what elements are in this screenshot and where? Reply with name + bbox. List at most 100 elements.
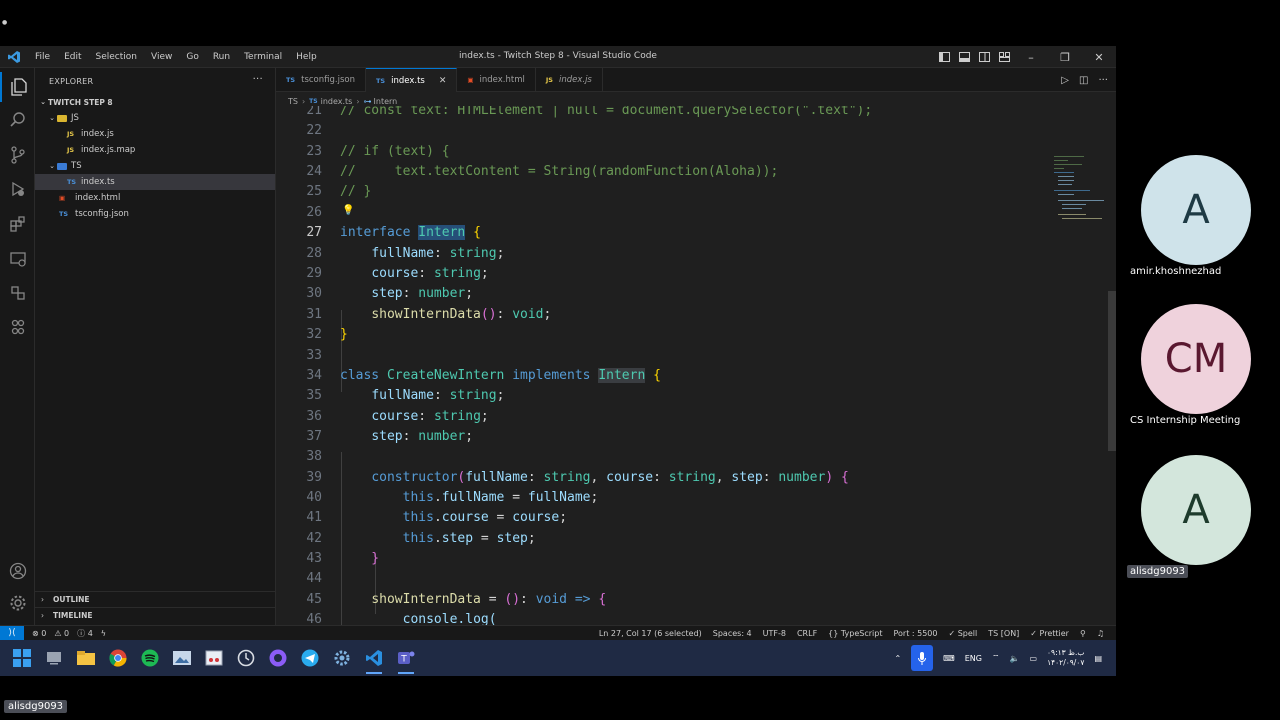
scrollbar-thumb[interactable] <box>1108 291 1116 451</box>
accounts-icon[interactable] <box>0 556 35 586</box>
teams-icon[interactable]: T <box>390 640 422 676</box>
live-server-port[interactable]: Port : 5500 <box>893 629 937 638</box>
close-button[interactable]: ✕ <box>1082 46 1116 68</box>
testing-icon[interactable] <box>0 278 35 308</box>
problems-errors[interactable]: ⊗ 0 <box>32 629 46 638</box>
tray-chevron-up-icon[interactable]: ⌃ <box>894 654 901 663</box>
toggle-secondary-sidebar-icon[interactable] <box>974 46 994 68</box>
gitlens-icon[interactable] <box>0 312 35 342</box>
toggle-primary-sidebar-icon[interactable] <box>934 46 954 68</box>
run-play-icon[interactable]: ▷ <box>1061 75 1069 86</box>
microphone-icon[interactable] <box>911 645 934 671</box>
vscode-taskbar-icon[interactable] <box>358 640 390 676</box>
html-file-icon: ▣ <box>59 194 66 202</box>
chevron-right-icon: › <box>41 595 44 604</box>
split-editor-icon[interactable]: ◫ <box>1079 75 1088 86</box>
timeline-section[interactable]: › TIMELINE <box>35 607 275 623</box>
wifi-icon[interactable]: ⌔ <box>992 653 1000 663</box>
menu-run[interactable]: Run <box>206 52 237 62</box>
tree-root-label: TWITCH STEP 8 <box>48 97 113 107</box>
keyboard-icon[interactable]: ⌨ <box>943 654 955 663</box>
end-of-line[interactable]: CRLF <box>797 629 817 638</box>
toggle-panel-icon[interactable] <box>954 46 974 68</box>
clock-app-icon[interactable] <box>230 640 262 676</box>
cursor-position[interactable]: Ln 27, Col 17 (6 selected) <box>599 629 702 638</box>
tree-file-tsconfig[interactable]: TS tsconfig.json <box>35 206 275 222</box>
tree-item-label: index.js.map <box>81 145 136 155</box>
breadcrumb-folder[interactable]: TS <box>288 97 298 106</box>
minimize-button[interactable]: – <box>1014 46 1048 68</box>
tab-index-html[interactable]: ▣ index.html <box>457 68 536 92</box>
clock-date: ۱۴۰۲/۰۹/۰۷ <box>1047 658 1085 667</box>
tab-index-ts[interactable]: TS index.ts ✕ <box>365 68 458 92</box>
settings-gear-icon[interactable] <box>326 640 358 676</box>
editor-scrollbar[interactable] <box>1106 106 1116 625</box>
feedback-icon[interactable]: ⚲ <box>1080 629 1086 638</box>
tree-root-folder[interactable]: ⌄ TWITCH STEP 8 <box>35 94 275 110</box>
participant-avatar-2[interactable]: CM <box>1141 304 1251 414</box>
menu-file[interactable]: File <box>28 52 57 62</box>
lightbulb-icon[interactable]: 💡 <box>342 205 354 216</box>
telegram-icon[interactable] <box>294 640 326 676</box>
tree-file-index-js-map[interactable]: JS index.js.map <box>35 142 275 158</box>
menu-go[interactable]: Go <box>179 52 205 62</box>
encoding[interactable]: UTF-8 <box>763 629 786 638</box>
remote-explorer-icon[interactable] <box>0 244 35 274</box>
tree-folder-js[interactable]: ⌄ JS <box>35 110 275 126</box>
ts-status[interactable]: TS [ON] <box>988 629 1019 638</box>
tree-folder-ts[interactable]: ⌄ TS <box>35 158 275 174</box>
language-mode[interactable]: {} TypeScript <box>828 629 882 638</box>
notification-center-icon[interactable]: ▤ <box>1094 654 1102 663</box>
menu-view[interactable]: View <box>144 52 179 62</box>
code-editor[interactable]: 21 // const text: HTMLElement | null = do… <box>276 106 1116 625</box>
problems-info[interactable]: ⓘ 4 <box>77 628 93 639</box>
tree-file-index-html[interactable]: ▣ index.html <box>35 190 275 206</box>
notifications-bell-icon[interactable]: ♫ <box>1097 629 1104 638</box>
windows-start-icon[interactable] <box>6 640 38 676</box>
customize-layout-icon[interactable] <box>994 46 1014 68</box>
search-icon[interactable] <box>0 105 35 135</box>
menu-help[interactable]: Help <box>289 52 324 62</box>
maximize-button[interactable]: ❐ <box>1048 46 1082 68</box>
tree-file-index-js[interactable]: JS index.js <box>35 126 275 142</box>
more-actions-icon[interactable]: ··· <box>1098 75 1108 86</box>
extensions-icon[interactable] <box>0 209 35 239</box>
remote-indicator-icon[interactable]: ⟩⟨ <box>0 625 24 640</box>
explorer-icon[interactable] <box>0 72 35 102</box>
file-explorer-icon[interactable] <box>70 640 102 676</box>
battery-icon[interactable]: ▭ <box>1029 654 1037 663</box>
spotify-icon[interactable] <box>134 640 166 676</box>
menu-terminal[interactable]: Terminal <box>237 52 289 62</box>
tree-file-index-ts[interactable]: TS index.ts <box>35 174 275 190</box>
menu-selection[interactable]: Selection <box>89 52 144 62</box>
problems-warnings[interactable]: ⚠ 0 <box>54 629 69 638</box>
photos-icon[interactable] <box>166 640 198 676</box>
close-tab-icon[interactable]: ✕ <box>439 76 447 86</box>
ts-file-icon: TS <box>309 97 318 105</box>
indentation[interactable]: Spaces: 4 <box>713 629 752 638</box>
outline-section[interactable]: › OUTLINE <box>35 591 275 607</box>
tab-index-js[interactable]: JS index.js <box>536 68 603 92</box>
broadcast-icon[interactable]: ϟ <box>101 629 106 638</box>
ts-folder-icon <box>57 162 67 170</box>
tab-tsconfig-json[interactable]: TS tsconfig.json <box>276 68 366 92</box>
task-view-icon[interactable] <box>38 640 70 676</box>
prettier-status[interactable]: ✓ Prettier <box>1030 629 1069 638</box>
menu-edit[interactable]: Edit <box>57 52 88 62</box>
minimap[interactable] <box>1052 154 1106 234</box>
chrome-icon[interactable] <box>102 640 134 676</box>
run-debug-icon[interactable] <box>0 174 35 204</box>
breadcrumb-symbol[interactable]: Intern <box>374 97 398 106</box>
participant-avatar-1[interactable]: A <box>1141 155 1251 265</box>
input-language[interactable]: ENG <box>965 654 982 663</box>
volume-icon[interactable]: 🔈 <box>1009 654 1019 663</box>
participant-avatar-3[interactable]: A <box>1141 455 1251 565</box>
breadcrumb-file[interactable]: index.ts <box>321 97 353 106</box>
manage-gear-icon[interactable] <box>0 588 35 618</box>
explorer-more-icon[interactable]: ··· <box>253 74 263 85</box>
spell-check[interactable]: ✓ Spell <box>948 629 977 638</box>
github-desktop-icon[interactable] <box>262 640 294 676</box>
clock[interactable]: ۰۹:۱۳ ب.ظ ۱۴۰۲/۰۹/۰۷ <box>1047 648 1084 668</box>
source-control-icon[interactable] <box>0 140 35 170</box>
snipping-tool-icon[interactable] <box>198 640 230 676</box>
